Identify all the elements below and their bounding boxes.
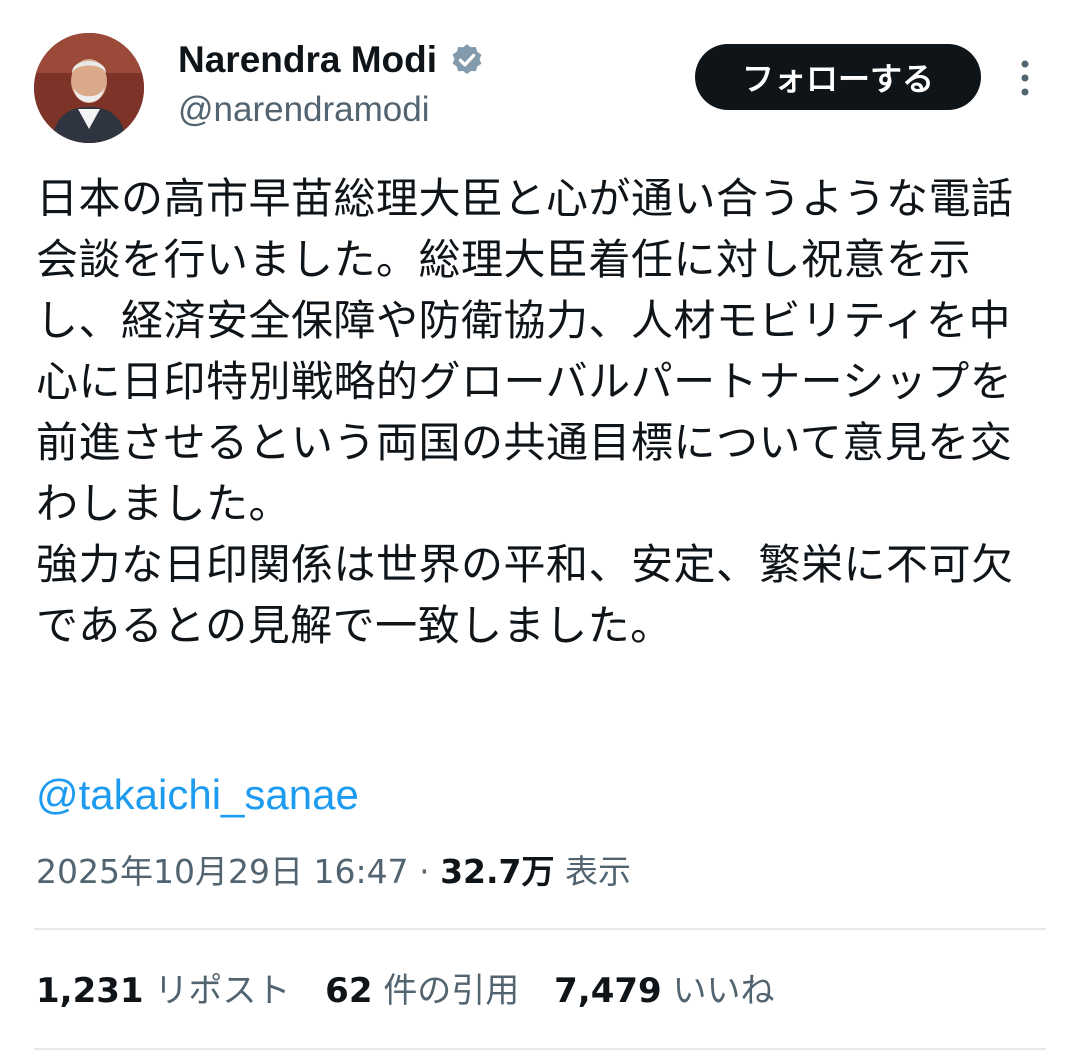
reposts-label: リポスト [154,971,291,1011]
tweet-stats: 1,231 リポスト 62 件の引用 7,479 いいね [36,966,798,1016]
more-vertical-icon[interactable] [1014,58,1036,98]
meta-separator: · [419,852,430,891]
views-label: 表示 [564,852,631,891]
tweet-header: Narendra Modi @narendramodi フォローする [0,0,1080,150]
likes-count: 7,479 [554,971,662,1011]
tweet-meta: 2025年10月29日 16:47 · 32.7万 表示 [36,848,631,896]
quotes-count: 62 [325,971,373,1011]
likes-label: いいね [672,971,775,1011]
author-name[interactable]: Narendra Modi [178,38,437,82]
author-name-row: Narendra Modi [178,38,485,82]
tweet-text: 日本の高市早苗総理大臣と心が通い合うような電話会談を行いました。総理大臣着任に対… [36,174,1014,650]
timestamp[interactable]: 2025年10月29日 16:47 [36,852,409,891]
views-count: 32.7万 [440,852,555,891]
avatar-photo [34,33,144,143]
quotes-label: 件の引用 [383,971,520,1011]
follow-button[interactable]: フォローする [695,44,981,110]
divider [34,928,1046,930]
reposts-count: 1,231 [36,971,144,1011]
avatar[interactable] [34,33,144,143]
author-handle[interactable]: @narendramodi [178,88,430,132]
verified-badge-icon [452,44,482,74]
divider-bottom [34,1048,1046,1050]
likes-stat[interactable]: 7,479 いいね [554,971,774,1011]
mention-link[interactable]: @takaichi_sanae [36,768,359,822]
quotes-stat[interactable]: 62 件の引用 [325,971,530,1011]
reposts-stat[interactable]: 1,231 リポスト [36,971,301,1011]
